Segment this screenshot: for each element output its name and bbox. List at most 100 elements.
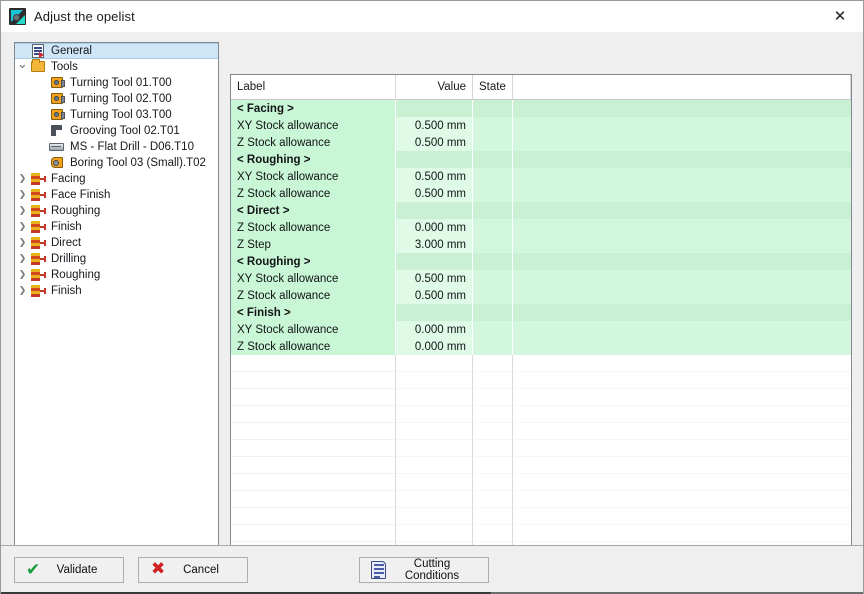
column-header-blank[interactable] — [513, 75, 851, 99]
table-empty-row[interactable] — [231, 355, 851, 372]
table-row[interactable]: XY Stock allowance0.500 mm — [231, 168, 851, 185]
column-header-value[interactable]: Value — [396, 75, 473, 99]
cell-state[interactable] — [473, 202, 513, 219]
tree-item[interactable]: ❯Finish — [15, 283, 218, 299]
chevron-right-icon[interactable]: ❯ — [15, 171, 30, 187]
chevron-down-icon[interactable]: ⌄ — [15, 57, 30, 73]
tree-item[interactable]: MS - Flat Drill - D06.T10 — [15, 139, 218, 155]
cell-empty — [396, 525, 473, 542]
cell-blank — [513, 117, 851, 134]
cell-value[interactable]: 0.500 mm — [396, 134, 473, 151]
cell-value[interactable] — [396, 100, 473, 117]
table-empty-row[interactable] — [231, 372, 851, 389]
cell-value[interactable]: 0.500 mm — [396, 270, 473, 287]
chevron-right-icon[interactable]: ❯ — [15, 187, 30, 203]
tree-item[interactable]: ⌄Tools — [15, 59, 218, 75]
cell-value[interactable]: 0.500 mm — [396, 168, 473, 185]
table-empty-row[interactable] — [231, 389, 851, 406]
column-header-state[interactable]: State — [473, 75, 513, 99]
cell-value[interactable] — [396, 202, 473, 219]
tree-item-label: Roughing — [50, 205, 100, 217]
table-row[interactable]: Z Step3.000 mm — [231, 236, 851, 253]
tree-item[interactable]: ❯Face Finish — [15, 187, 218, 203]
tree-item[interactable]: Grooving Tool 02.T01 — [15, 123, 218, 139]
cell-value[interactable] — [396, 304, 473, 321]
cell-state[interactable] — [473, 236, 513, 253]
cell-label: Z Stock allowance — [231, 134, 396, 151]
table-row[interactable]: Z Stock allowance0.500 mm — [231, 134, 851, 151]
table-section-row[interactable]: < Roughing > — [231, 151, 851, 168]
cell-state[interactable] — [473, 134, 513, 151]
cell-state[interactable] — [473, 151, 513, 168]
tree-item[interactable]: Turning Tool 02.T00 — [15, 91, 218, 107]
table-empty-row[interactable] — [231, 525, 851, 542]
cell-value[interactable]: 0.500 mm — [396, 287, 473, 304]
cell-state[interactable] — [473, 287, 513, 304]
table-section-row[interactable]: < Facing > — [231, 100, 851, 117]
cell-value[interactable] — [396, 151, 473, 168]
operation-tree[interactable]: General⌄ToolsTurning Tool 01.T00Turning … — [14, 42, 219, 547]
window-title: Adjust the opelist — [34, 9, 135, 24]
cancel-button[interactable]: ✖ Cancel — [138, 557, 248, 583]
table-row[interactable]: XY Stock allowance0.500 mm — [231, 270, 851, 287]
column-header-label[interactable]: Label — [231, 75, 396, 99]
cutting-conditions-button[interactable]: Cutting Conditions — [359, 557, 489, 583]
table-section-row[interactable]: < Direct > — [231, 202, 851, 219]
chevron-right-icon[interactable]: ❯ — [15, 203, 30, 219]
table-empty-row[interactable] — [231, 440, 851, 457]
cell-empty — [513, 525, 851, 542]
validate-button[interactable]: ✔ Validate — [14, 557, 124, 583]
table-row[interactable]: Z Stock allowance0.500 mm — [231, 287, 851, 304]
cell-state[interactable] — [473, 219, 513, 236]
cell-state[interactable] — [473, 185, 513, 202]
table-row[interactable]: Z Stock allowance0.000 mm — [231, 338, 851, 355]
cell-state[interactable] — [473, 321, 513, 338]
cell-empty — [513, 406, 851, 423]
chevron-right-icon[interactable]: ❯ — [15, 283, 30, 299]
tree-item[interactable]: Turning Tool 03.T00 — [15, 107, 218, 123]
table-row[interactable]: Z Stock allowance0.000 mm — [231, 219, 851, 236]
chevron-right-icon[interactable]: ❯ — [15, 219, 30, 235]
tree-item[interactable]: ❯Roughing — [15, 267, 218, 283]
cell-state[interactable] — [473, 338, 513, 355]
table-row[interactable]: XY Stock allowance0.500 mm — [231, 117, 851, 134]
table-empty-row[interactable] — [231, 406, 851, 423]
table-empty-row[interactable] — [231, 474, 851, 491]
cell-state[interactable] — [473, 117, 513, 134]
cell-state[interactable] — [473, 304, 513, 321]
table-empty-row[interactable] — [231, 491, 851, 508]
tree-item[interactable]: General — [15, 43, 218, 59]
table-section-row[interactable]: < Roughing > — [231, 253, 851, 270]
cell-value[interactable]: 0.000 mm — [396, 338, 473, 355]
cell-state[interactable] — [473, 100, 513, 117]
tree-item[interactable]: ❯Drilling — [15, 251, 218, 267]
table-row[interactable]: Z Stock allowance0.500 mm — [231, 185, 851, 202]
chevron-right-icon[interactable]: ❯ — [15, 251, 30, 267]
close-icon[interactable]: ✕ — [817, 1, 863, 32]
parameter-table[interactable]: Label Value State < Facing >XY Stock all… — [230, 74, 852, 577]
cell-value[interactable]: 0.500 mm — [396, 117, 473, 134]
chevron-right-icon[interactable]: ❯ — [15, 267, 30, 283]
cell-value[interactable]: 0.000 mm — [396, 321, 473, 338]
cell-state[interactable] — [473, 253, 513, 270]
tree-item[interactable]: Turning Tool 01.T00 — [15, 75, 218, 91]
table-row[interactable]: XY Stock allowance0.000 mm — [231, 321, 851, 338]
dialog-window: Adjust the opelist ✕ General⌄ToolsTurnin… — [0, 0, 864, 594]
cell-label: Z Stock allowance — [231, 338, 396, 355]
tree-item[interactable]: ❯Finish — [15, 219, 218, 235]
tree-item[interactable]: Boring Tool 03 (Small).T02 — [15, 155, 218, 171]
chevron-right-icon[interactable]: ❯ — [15, 235, 30, 251]
cell-value[interactable]: 0.500 mm — [396, 185, 473, 202]
cell-state[interactable] — [473, 270, 513, 287]
tree-item[interactable]: ❯Direct — [15, 235, 218, 251]
table-empty-row[interactable] — [231, 423, 851, 440]
tree-item[interactable]: ❯Facing — [15, 171, 218, 187]
cell-value[interactable] — [396, 253, 473, 270]
cell-value[interactable]: 3.000 mm — [396, 236, 473, 253]
cell-state[interactable] — [473, 168, 513, 185]
table-empty-row[interactable] — [231, 457, 851, 474]
table-section-row[interactable]: < Finish > — [231, 304, 851, 321]
cell-value[interactable]: 0.000 mm — [396, 219, 473, 236]
table-empty-row[interactable] — [231, 508, 851, 525]
tree-item[interactable]: ❯ Roughing — [15, 203, 218, 219]
